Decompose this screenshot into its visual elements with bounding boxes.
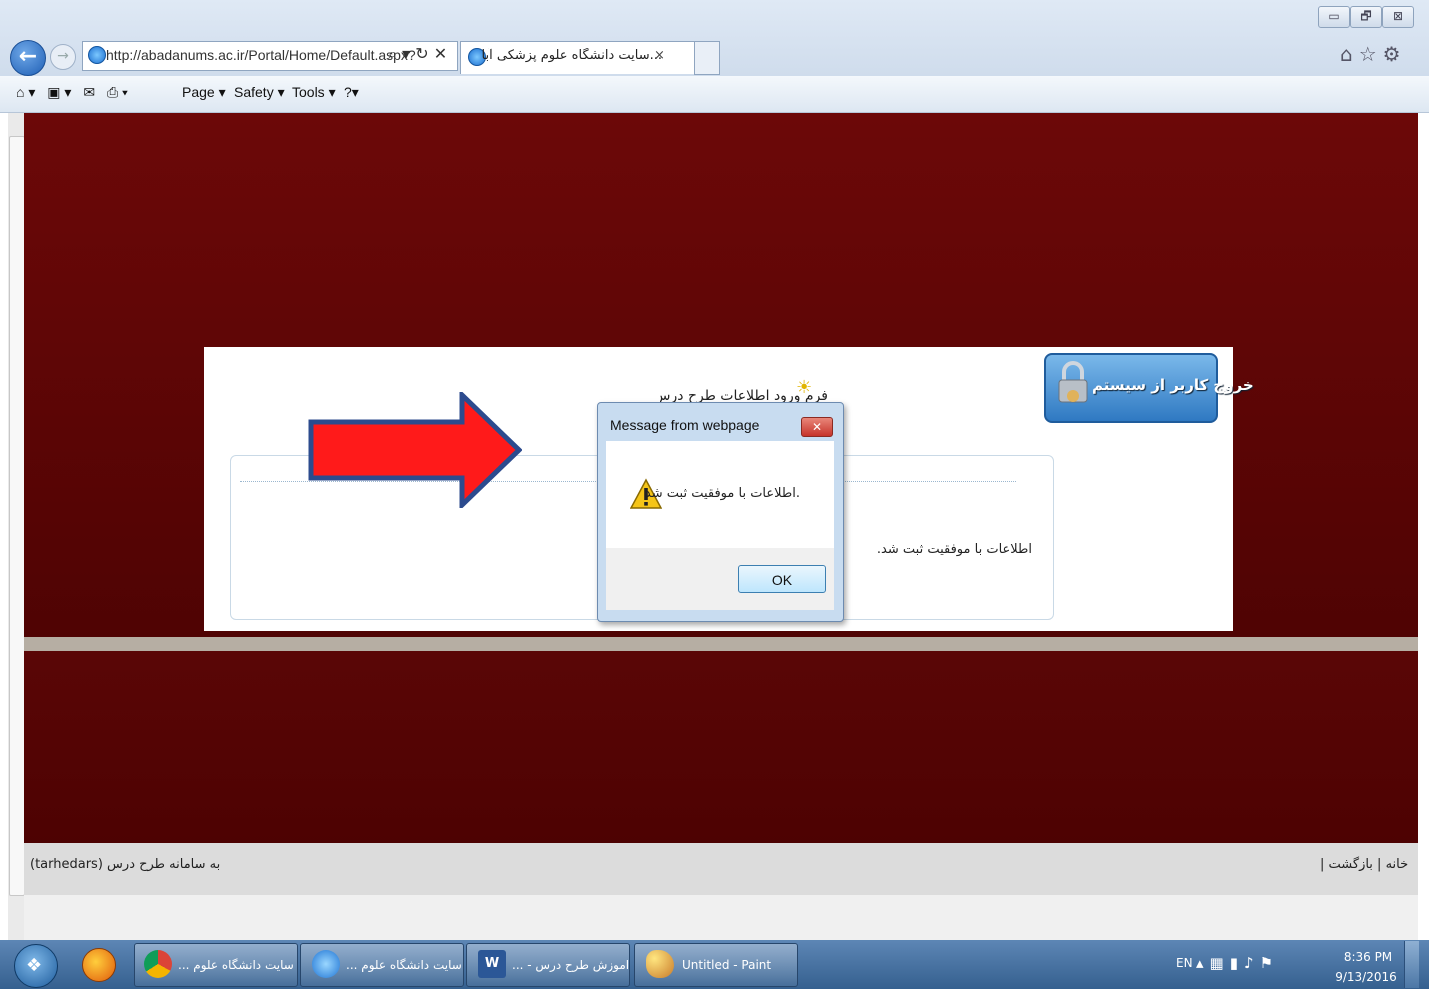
windows-logo-icon: ❖ <box>26 955 43 976</box>
safety-menu[interactable]: Safety ▾ <box>234 84 285 101</box>
dialog-message: .اطلاعات با موفقیت ثبت شد <box>644 486 800 501</box>
feeds-icon[interactable]: ▣ <box>47 84 60 100</box>
url-text[interactable]: http://abadanums.ac.ir/Portal/Home/Defau… <box>106 47 416 63</box>
search-icon[interactable]: ⌕ <box>388 44 397 63</box>
system-tray[interactable]: ▴▦▮♪⚑ <box>1196 954 1279 972</box>
restore-button[interactable]: 🗗 <box>1350 6 1382 28</box>
ie-page-icon <box>88 46 106 64</box>
dropdown-icon[interactable]: ▾ <box>402 44 410 63</box>
show-desktop-button[interactable] <box>1404 941 1419 988</box>
page-divider <box>24 637 1418 651</box>
gear-icon[interactable]: ⚙ <box>1383 42 1407 66</box>
language-indicator[interactable]: EN <box>1176 956 1193 970</box>
page-menu[interactable]: Page ▾ <box>182 84 226 101</box>
scroll-thumb[interactable] <box>9 136 25 896</box>
lightbulb-icon: ☀ <box>796 377 813 398</box>
star-icon[interactable]: ☆ <box>1359 42 1383 66</box>
clock-date[interactable]: 9/13/2016 <box>1334 970 1398 984</box>
tab-close-icon[interactable]: × <box>654 48 665 63</box>
page-background-lower <box>24 651 1418 843</box>
show-hidden-icons-icon[interactable]: ▴ <box>1196 954 1210 972</box>
ok-button[interactable]: OK <box>738 565 826 593</box>
footer-nav-links[interactable]: خانه | بازگشت | <box>1320 857 1408 872</box>
print-icon[interactable]: ⎙ <box>107 84 118 100</box>
tools-menu[interactable]: Tools ▾ <box>292 84 336 101</box>
signal-icon[interactable]: ▮ <box>1230 954 1244 972</box>
page-bottom-area <box>24 895 1418 940</box>
ie-icon <box>312 950 340 978</box>
action-center-icon[interactable]: ⚑ <box>1260 954 1279 972</box>
help-icon[interactable]: ?▾ <box>344 84 359 101</box>
home-icon[interactable]: ⌂ <box>1340 42 1359 66</box>
minimize-button[interactable]: ▭ <box>1318 6 1350 28</box>
taskbar-item-label: ... سایت دانشگاه علوم <box>346 958 462 972</box>
word-icon: W <box>478 950 506 978</box>
red-arrow-annotation <box>308 392 522 508</box>
firefox-icon[interactable] <box>82 948 116 982</box>
logout-label[interactable]: خروج کاربر از سیستم <box>1092 376 1254 394</box>
new-tab-button[interactable] <box>694 41 720 75</box>
address-tools[interactable]: ⌕ ▾ ↻ ✕ <box>388 44 447 64</box>
chrome-icon <box>144 950 172 978</box>
dialog-title: Message from webpage <box>610 417 760 433</box>
network-icon[interactable]: ▦ <box>1210 954 1230 972</box>
refresh-icon[interactable]: ↻ <box>415 44 428 63</box>
taskbar-item-label: ... سایت دانشگاه علوم <box>178 958 294 972</box>
paint-icon <box>646 950 674 978</box>
lock-icon <box>1058 361 1088 403</box>
taskbar-item-label: Untitled - Paint <box>682 958 772 972</box>
taskbar-item-label: ... - اموزش طرح درس <box>512 958 630 972</box>
stop-icon[interactable]: ✕ <box>434 44 447 63</box>
footer-site-name: به سامانه طرح درس (tarhedars) <box>30 857 221 872</box>
success-message: اطلاعات با موفقیت ثبت شد. <box>876 542 1032 557</box>
home-icon[interactable]: ⌂ <box>16 84 24 100</box>
back-button[interactable]: ← <box>10 40 46 76</box>
mail-icon[interactable]: ✉ <box>83 84 95 100</box>
chrome-icons: ⌂☆⚙ <box>1340 42 1407 66</box>
volume-icon[interactable]: ♪ <box>1244 954 1260 972</box>
close-window-button[interactable]: ⊠ <box>1382 6 1414 28</box>
command-icons[interactable]: ⌂ ▾ ▣ ▾ ✉ ⎙ ▾ <box>16 84 128 101</box>
page-footer <box>24 843 1418 895</box>
tab-title[interactable]: ...سایت دانشگاه علوم پزشکی آباد <box>482 48 662 63</box>
dialog-close-button[interactable]: ✕ <box>801 417 833 437</box>
forward-button[interactable]: → <box>50 44 76 70</box>
clock-time[interactable]: 8:36 PM <box>1340 950 1396 964</box>
